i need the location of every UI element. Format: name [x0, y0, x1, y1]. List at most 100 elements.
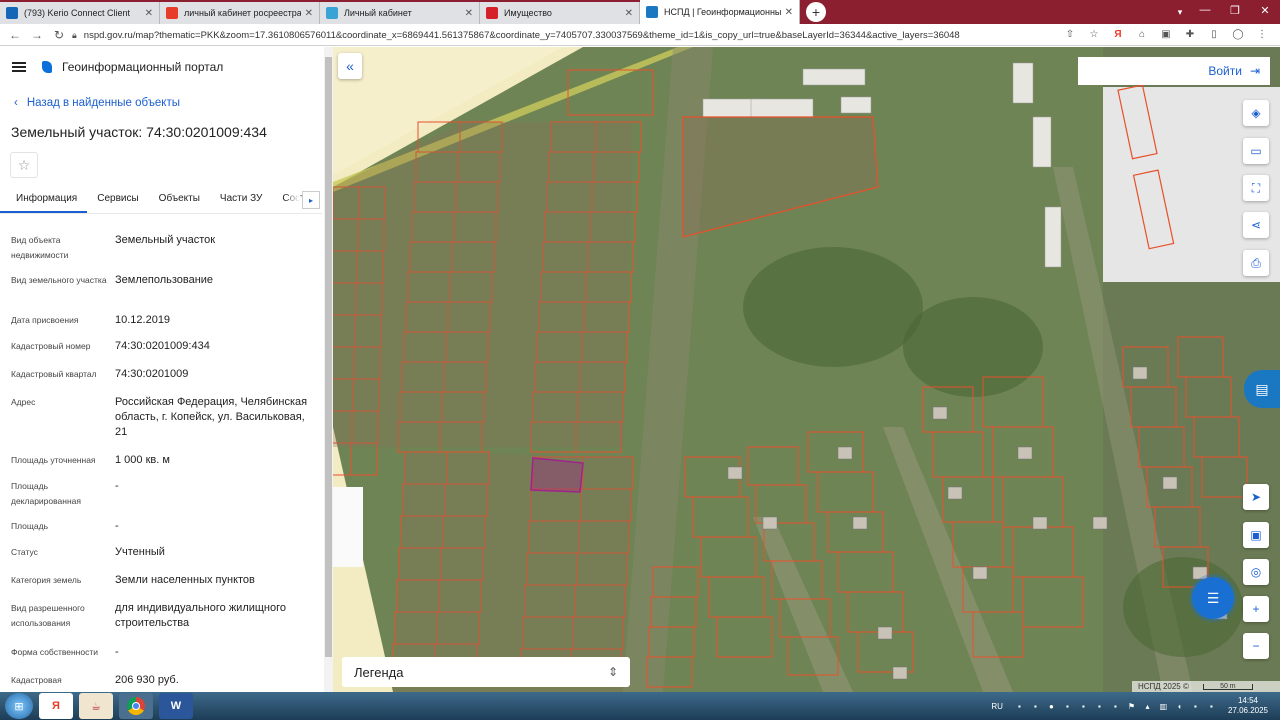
close-tab-icon[interactable]: ✕	[145, 8, 153, 19]
close-tab-icon[interactable]: ✕	[625, 8, 633, 19]
property-label: Вид земельного участка	[11, 275, 107, 285]
yandex-app-icon[interactable]: Я	[39, 693, 73, 719]
collapse-panel-button[interactable]: «	[338, 53, 362, 79]
navigate-arrow-icon[interactable]: ➤	[1243, 484, 1269, 510]
browser-tab-rosreestr[interactable]: Личный кабинет ✕	[320, 2, 480, 24]
browser-tab-yandex[interactable]: личный кабинет росреестра — ✕	[160, 2, 320, 24]
tray-app-icon-7[interactable]: ▪	[1110, 701, 1121, 712]
tray-expand-icon[interactable]: ▴	[1142, 701, 1153, 712]
tray-app-icon-5[interactable]: ▪	[1078, 701, 1089, 712]
url-field[interactable]: 🔒︎ nspd.gov.ru/map?thematic=PKK&zoom=17.…	[72, 26, 1152, 44]
puzzle-extensions-icon[interactable]: ✚	[1182, 26, 1198, 42]
property-value: 10.12.2019	[115, 314, 171, 326]
property-label: Кадастровый квартал	[11, 369, 97, 379]
reload-icon[interactable]: ↻	[48, 25, 70, 45]
print-icon[interactable]: ⎙	[1243, 250, 1269, 276]
browser-toolbar: ⇧ ☆ Я ⌂ ▣ ✚ ▯ ◯ ⋮	[1062, 26, 1270, 42]
java-app-icon[interactable]: ☕︎	[79, 693, 113, 719]
volume-icon[interactable]: ◖	[1174, 701, 1185, 712]
rosreestr-favicon-icon	[326, 7, 338, 19]
browser-tab-kerio[interactable]: (793) Kerio Connect Client ✕	[0, 2, 160, 24]
panel-scrollbar[interactable]	[324, 47, 333, 692]
tray-app-icon-4[interactable]: ▪	[1062, 701, 1073, 712]
tab-parts[interactable]: Части ЗУ	[210, 187, 272, 213]
tray-app-icon-2[interactable]: ▪	[1030, 701, 1041, 712]
map-canvas[interactable]	[333, 47, 1280, 692]
portal-title: Геоинформационный портал	[62, 60, 224, 74]
lock-icon[interactable]: 🔒︎	[72, 30, 77, 41]
login-button[interactable]: Войти ⇥	[1078, 57, 1270, 85]
close-tab-icon[interactable]: ✕	[305, 8, 313, 19]
minimap-icon[interactable]: ▣	[1243, 522, 1269, 548]
kerio-favicon-icon	[6, 7, 18, 19]
yandex-extension-icon[interactable]: Я	[1110, 26, 1126, 42]
clock[interactable]: 14:54 27.06.2025	[1228, 696, 1268, 716]
property-label: Площадь декларированная	[11, 481, 81, 506]
start-button[interactable]: ⊞	[5, 693, 33, 719]
zoom-out-button[interactable]: −	[1243, 633, 1269, 659]
geolocation-icon[interactable]: ◎	[1243, 559, 1269, 585]
windows-taskbar: ⊞ Я ☕︎ W RU ▪ ▪ ● ▪ ▪ ▪ ▪ ⚑ ▴ ▥ ◖ ▪ ▪ 14…	[0, 692, 1280, 720]
word-app-icon[interactable]: W	[159, 693, 193, 719]
property-value: 74:30:0201009:434	[115, 340, 210, 352]
close-tab-icon[interactable]: ✕	[465, 8, 473, 19]
tray-app-icon-9[interactable]: ▪	[1206, 701, 1217, 712]
tray-app-icon-3[interactable]: ●	[1046, 701, 1057, 712]
url-text: nspd.gov.ru/map?thematic=PKK&zoom=17.361…	[83, 29, 960, 41]
tray-app-icon-6[interactable]: ▪	[1094, 701, 1105, 712]
chrome-app-icon[interactable]	[119, 693, 153, 719]
browser-tab-nspd[interactable]: НСПД | Геоинформационный п ✕	[640, 0, 800, 24]
back-arrow-icon[interactable]: ←	[4, 25, 26, 45]
zoom-in-button[interactable]: +	[1243, 596, 1269, 622]
maximize-icon[interactable]: ❐	[1220, 0, 1250, 20]
house	[852, 516, 868, 530]
property-label: Статус	[11, 547, 38, 557]
house	[892, 666, 908, 680]
close-window-icon[interactable]: ✕	[1250, 0, 1280, 20]
browser-menu-icon[interactable]: ⋮	[1254, 26, 1270, 42]
tray-app-icon-1[interactable]: ▪	[1014, 701, 1025, 712]
tabs-scroll-right-icon[interactable]: ▸	[302, 191, 320, 209]
wallet-extension-icon[interactable]: ▣	[1158, 26, 1174, 42]
property-label: Форма собственности	[11, 647, 98, 657]
tabs-fade	[284, 187, 300, 213]
tab-title: Личный кабинет	[344, 8, 412, 18]
map-view[interactable]	[333, 47, 1280, 692]
tray-flag-icon[interactable]: ⚑	[1126, 701, 1137, 712]
window-controls: — ❐ ✕	[1190, 0, 1280, 20]
house	[727, 466, 743, 480]
new-tab-button[interactable]: +	[806, 2, 826, 22]
share-map-icon[interactable]: ⋖	[1243, 212, 1269, 238]
forward-arrow-icon[interactable]: →	[26, 25, 48, 45]
back-link-label: Назад в найденные объекты	[26, 97, 181, 109]
tab-search-icon[interactable]: ▾	[1172, 4, 1188, 20]
tab-objects[interactable]: Объекты	[149, 187, 210, 213]
network-icon[interactable]: ▥	[1158, 701, 1169, 712]
nspd-side-badge-icon[interactable]: ▤	[1244, 370, 1280, 408]
menu-hamburger-icon[interactable]	[12, 62, 26, 72]
object-title: Земельный участок: 74:30:0201009:434	[11, 124, 267, 140]
favorite-star-icon[interactable]: ☆	[10, 152, 38, 178]
clock-date: 27.06.2025	[1227, 706, 1268, 715]
tab-info[interactable]: Информация	[0, 187, 88, 213]
legend-dropdown[interactable]: Легенда ⇕	[342, 657, 630, 687]
select-area-icon[interactable]: ⛶	[1243, 175, 1269, 201]
minimize-icon[interactable]: —	[1190, 0, 1220, 20]
house	[972, 566, 988, 580]
sort-chevron-icon: ⇕	[607, 665, 618, 679]
close-tab-icon[interactable]: ✕	[785, 7, 793, 18]
profile-avatar[interactable]: ◯	[1230, 26, 1246, 42]
sidebar-icon[interactable]: ▯	[1206, 26, 1222, 42]
share-icon[interactable]: ⇧	[1062, 26, 1078, 42]
yandex-favicon-icon	[166, 7, 178, 19]
browser-tab-rtc[interactable]: Имущество ✕	[480, 2, 640, 24]
tray-app-icon-8[interactable]: ▪	[1190, 701, 1201, 712]
extension-icon[interactable]: ⌂	[1134, 26, 1150, 42]
language-indicator[interactable]: RU	[991, 702, 1003, 711]
layers-icon[interactable]: ◈	[1243, 100, 1269, 126]
tab-services[interactable]: Сервисы	[87, 187, 148, 213]
back-to-results-link[interactable]: ‹ Назад в найденные объекты	[14, 97, 180, 109]
bookmark-star-icon[interactable]: ☆	[1086, 26, 1102, 42]
ruler-icon[interactable]: ▭	[1243, 138, 1269, 164]
chat-bubble-icon[interactable]: ☰	[1192, 577, 1234, 619]
